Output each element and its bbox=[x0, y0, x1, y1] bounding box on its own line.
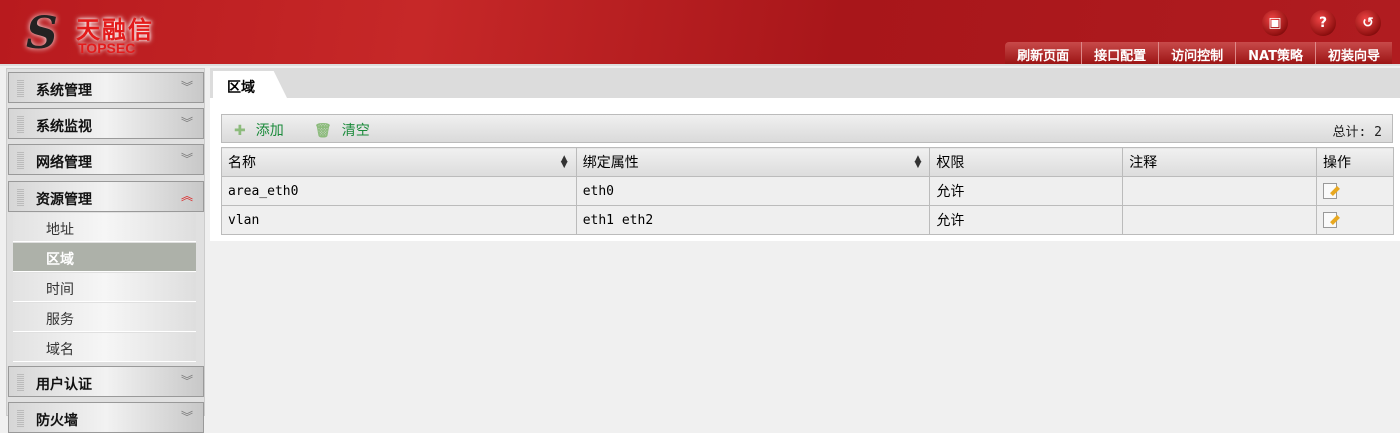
column-name[interactable]: 名称 ▲ ▼ bbox=[221, 147, 577, 177]
clear-button[interactable]: 🗑 清空 bbox=[314, 120, 370, 140]
sort-icon[interactable]: ▲ ▼ bbox=[561, 155, 568, 170]
column-permission: 权限 bbox=[929, 147, 1124, 177]
nav-setup-wizard[interactable]: 初装向导 bbox=[1314, 42, 1392, 64]
nav-nat-policy[interactable]: NAT策略 bbox=[1235, 42, 1315, 64]
chevron-down-icon: ︾ bbox=[180, 410, 193, 424]
sidebar-item-address[interactable]: 地址 bbox=[13, 213, 196, 242]
tab-zone[interactable]: 区域 bbox=[213, 71, 287, 98]
nav-refresh[interactable]: 刷新页面 bbox=[1005, 42, 1081, 64]
cell-actions bbox=[1316, 205, 1394, 235]
content-panel: ✚ 添加 🗑 清空 总计: 2 名称 ▲ ▼ 绑定属性 ▲ ▼ 权限 注释 操作 area_… bbox=[210, 98, 1400, 241]
toolbar: ✚ 添加 🗑 清空 总计: 2 bbox=[221, 114, 1393, 143]
sidebar-group-system-monitor[interactable]: 系统监视 ︾ bbox=[8, 108, 204, 139]
sidebar-group-network-management[interactable]: 网络管理 ︾ bbox=[8, 144, 204, 175]
sidebar-group-resource-management[interactable]: 资源管理 ︽ bbox=[8, 181, 204, 212]
sidebar-item-zone[interactable]: 区域 bbox=[13, 243, 196, 272]
table-row: vlan eth1 eth2 允许 bbox=[221, 205, 1394, 235]
chevron-down-icon: ︾ bbox=[180, 374, 193, 388]
sidebar-group-system-management[interactable]: 系统管理 ︾ bbox=[8, 72, 204, 103]
logout-icon[interactable]: ↺ bbox=[1355, 10, 1381, 36]
chevron-down-icon: ︾ bbox=[180, 80, 193, 94]
topsec-logo: S 天融信 TOPSEC bbox=[26, 8, 154, 59]
cell-binding: eth1 eth2 bbox=[575, 205, 931, 235]
cell-name: vlan bbox=[221, 205, 577, 235]
sidebar-item-time[interactable]: 时间 bbox=[13, 273, 196, 302]
chevron-down-icon: ︾ bbox=[180, 152, 193, 166]
sidebar: 系统管理 ︾ 系统监视 ︾ 网络管理 ︾ 资源管理 ︽ 地址 区域 时间 服务 域名 用… bbox=[6, 68, 205, 433]
cell-comment bbox=[1122, 176, 1317, 206]
cell-binding: eth0 bbox=[575, 176, 931, 206]
table-header: 名称 ▲ ▼ 绑定属性 ▲ ▼ 权限 注释 操作 bbox=[221, 147, 1394, 177]
edit-icon[interactable] bbox=[1323, 212, 1337, 228]
edit-icon[interactable] bbox=[1323, 183, 1337, 199]
add-button[interactable]: ✚ 添加 bbox=[234, 120, 284, 140]
nav-access-control[interactable]: 访问控制 bbox=[1158, 42, 1235, 64]
chevron-down-icon: ︾ bbox=[180, 116, 193, 130]
cell-actions bbox=[1316, 176, 1394, 206]
tab-strip: 区域 bbox=[210, 68, 1400, 98]
table-row: area_eth0 eth0 允许 bbox=[221, 176, 1394, 206]
total-count: 总计: 2 bbox=[1332, 125, 1382, 140]
cell-name: area_eth0 bbox=[221, 176, 577, 206]
nav-interface-config[interactable]: 接口配置 bbox=[1081, 42, 1158, 64]
top-nav: 刷新页面 接口配置 访问控制 NAT策略 初装向导 bbox=[1005, 42, 1392, 64]
sidebar-item-service[interactable]: 服务 bbox=[13, 303, 196, 332]
column-binding[interactable]: 绑定属性 ▲ ▼ bbox=[575, 147, 931, 177]
column-comment: 注释 bbox=[1122, 147, 1317, 177]
plus-icon: ✚ bbox=[234, 123, 246, 139]
cell-permission: 允许 bbox=[929, 176, 1124, 206]
header: S 天融信 TOPSEC ▣ ? ↺ 刷新页面 接口配置 访问控制 NAT策略 … bbox=[0, 0, 1400, 66]
chevron-up-icon: ︽ bbox=[180, 189, 193, 203]
sidebar-item-domain[interactable]: 域名 bbox=[13, 333, 196, 362]
help-icon[interactable]: ? bbox=[1310, 10, 1336, 36]
column-actions: 操作 bbox=[1316, 147, 1394, 177]
sidebar-group-user-auth[interactable]: 用户认证 ︾ bbox=[8, 366, 204, 397]
save-icon[interactable]: ▣ bbox=[1262, 10, 1288, 36]
sort-icon[interactable]: ▲ ▼ bbox=[914, 155, 921, 170]
zone-table: 名称 ▲ ▼ 绑定属性 ▲ ▼ 权限 注释 操作 area_eth0 eth0 允许 v… bbox=[221, 147, 1394, 235]
cell-permission: 允许 bbox=[929, 205, 1124, 235]
trash-icon: 🗑 bbox=[314, 123, 332, 139]
cell-comment bbox=[1122, 205, 1317, 235]
sidebar-group-firewall[interactable]: 防火墙 ︾ bbox=[8, 402, 204, 433]
